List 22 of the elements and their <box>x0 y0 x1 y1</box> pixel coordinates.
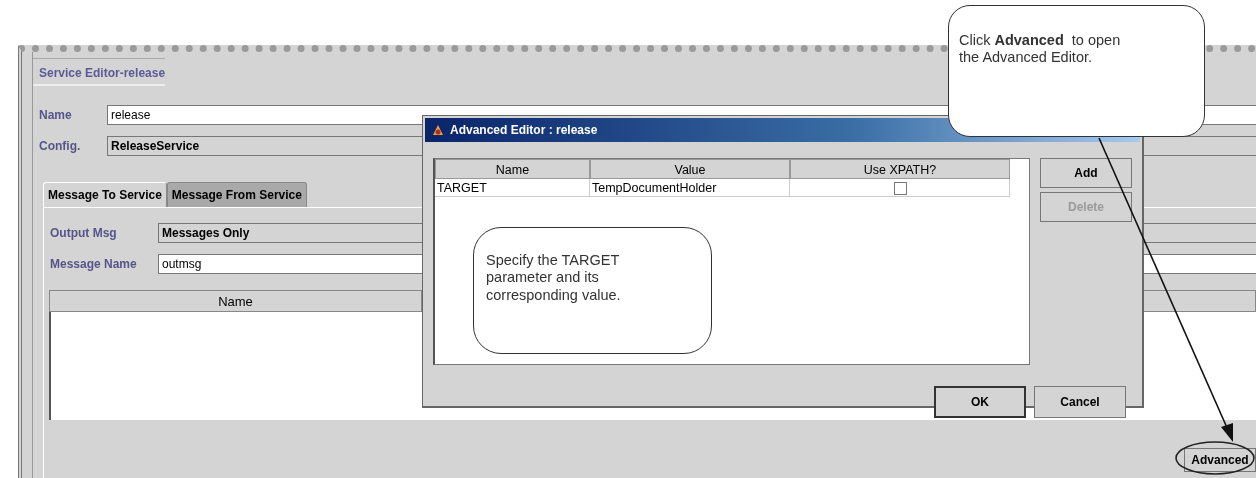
table-cell: TARGET <box>435 179 590 197</box>
column-header: Use XPATH? <box>790 159 1010 179</box>
dialog-title: Advanced Editor : release <box>450 122 598 139</box>
tab[interactable]: Message From Service <box>166 182 307 207</box>
field-label: Message Name <box>49 256 138 273</box>
cancel-button[interactable]: Cancel <box>1034 386 1126 418</box>
tab[interactable]: Message To Service <box>43 182 167 207</box>
column-header: Name <box>435 159 590 179</box>
checkbox[interactable] <box>894 182 907 196</box>
callout: Specify the TARGET parameter and its corresponding value. <box>473 227 712 354</box>
table-cell: TempDocumentHolder <box>590 179 790 197</box>
column-header: Value <box>590 159 790 179</box>
callout: Click Advanced to open the Advanced Editor. <box>948 5 1205 137</box>
window-title: Service Editor-release <box>33 58 166 86</box>
field-label: Config. <box>38 138 82 155</box>
ok-button[interactable]: OK <box>934 386 1026 418</box>
app-icon <box>431 123 445 137</box>
field-label: Name <box>38 107 73 124</box>
advanced-button[interactable]: Advanced <box>1184 448 1256 472</box>
column-header: Name <box>49 290 422 312</box>
field-label: Output Msg <box>49 225 118 242</box>
add-button[interactable]: Add <box>1040 158 1132 188</box>
